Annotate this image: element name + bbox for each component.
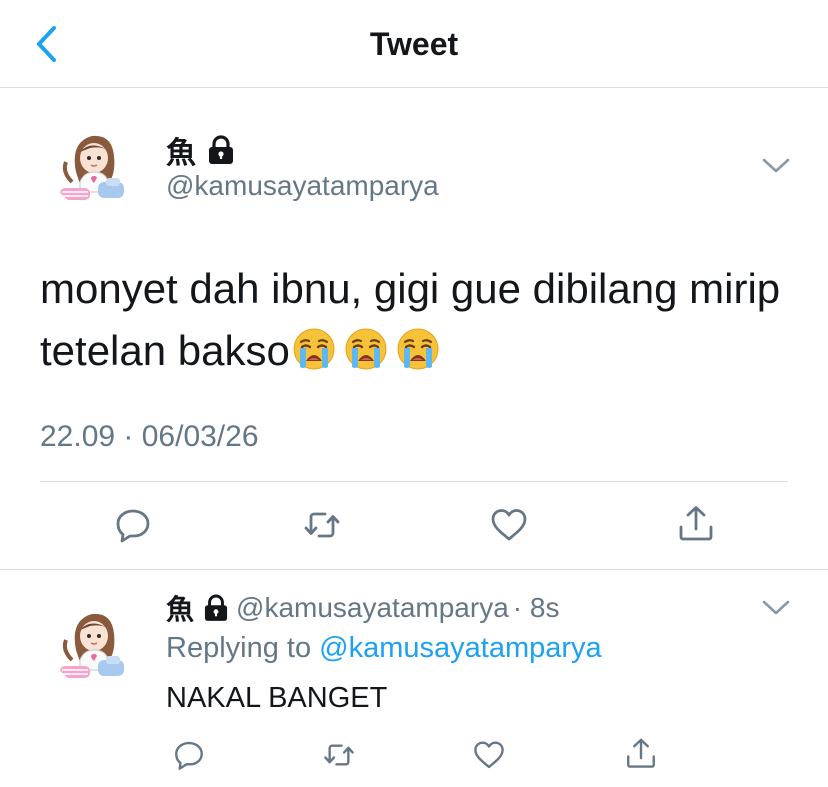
lock-icon [208,135,234,165]
avatar[interactable] [50,122,136,208]
emoji-group [290,327,440,374]
retweet-icon[interactable] [322,738,356,772]
like-button[interactable] [472,738,506,772]
tweet-timestamp: 22.09 · 06/03/26 [40,420,259,453]
share-icon[interactable] [676,503,716,543]
divider [40,481,788,482]
reply-text: NAKAL BANGET [166,682,388,714]
reply-avatar[interactable] [50,600,136,686]
top-bar: Tweet [0,0,828,88]
share-icon[interactable] [624,736,658,770]
tweet-body: monyet dah ibnu, gigi gue dibilang mirip… [40,258,800,382]
share-button[interactable] [676,503,716,543]
reply-button[interactable] [113,505,153,545]
like-icon[interactable] [472,738,506,772]
author-handle[interactable]: @kamusayatamparya [166,170,439,202]
retweet-button[interactable] [302,505,342,545]
tweet-author[interactable]: 魚 [166,128,234,172]
divider [0,569,828,570]
chevron-down-icon[interactable] [762,598,790,618]
replying-prefix: Replying to [166,632,312,664]
chevron-down-icon[interactable] [762,156,790,176]
replying-to-link[interactable]: @kamusayatamparya [319,632,602,664]
like-button[interactable] [489,505,529,545]
reply-button[interactable] [172,738,206,772]
reply-author-handle[interactable]: @kamusayatamparya [236,592,509,624]
share-button[interactable] [624,736,658,770]
reply-icon[interactable] [172,738,206,772]
like-icon[interactable] [489,505,529,545]
replying-to-line: Replying to @kamusayatamparya [166,632,602,665]
loudly-crying-face-icon [292,327,336,371]
loudly-crying-face-icon [396,327,440,371]
loudly-crying-face-icon [344,327,388,371]
page-title: Tweet [369,26,459,62]
reply-author-name[interactable]: 魚 [166,588,194,628]
reply-time: · 8s [512,592,560,623]
reply-icon[interactable] [113,505,153,545]
retweet-icon[interactable] [302,505,342,545]
reply-header: 魚 @kamusayatamparya · 8s [166,588,559,628]
lock-icon [204,594,228,622]
author-name[interactable]: 魚 [166,128,196,172]
retweet-button[interactable] [322,738,356,772]
